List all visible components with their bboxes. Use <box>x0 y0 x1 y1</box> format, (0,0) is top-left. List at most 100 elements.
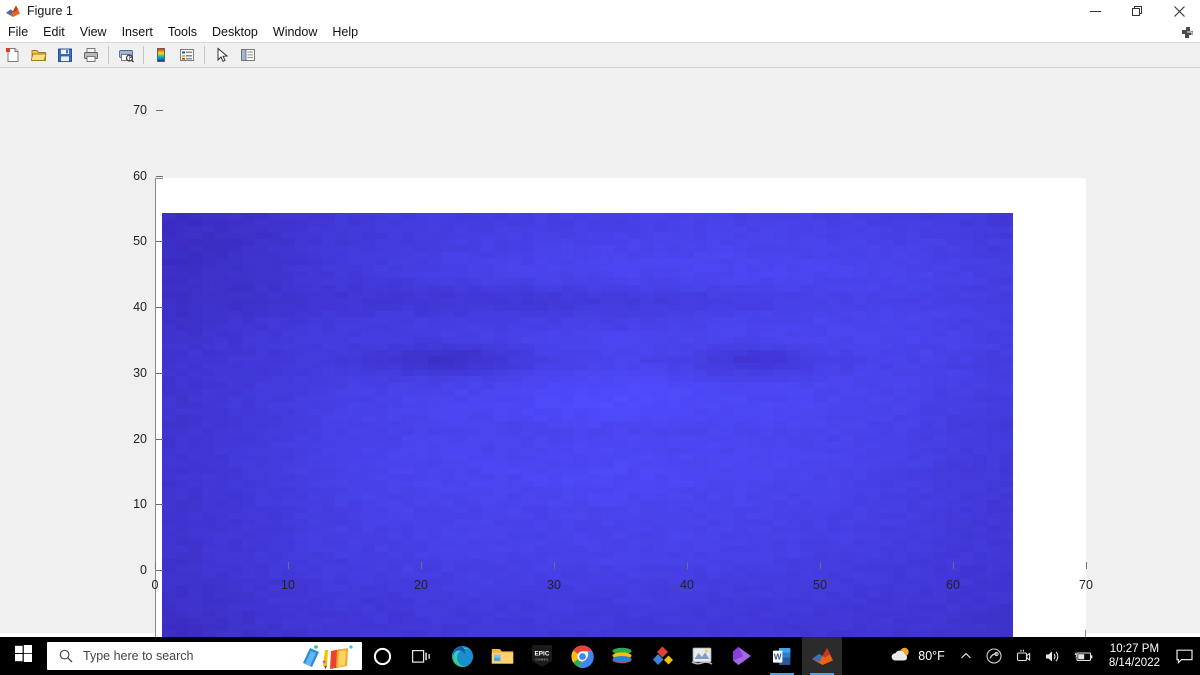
microsoft-word-icon[interactable]: W <box>762 637 802 675</box>
close-button[interactable] <box>1158 0 1200 22</box>
x-tick-mark <box>687 562 688 569</box>
y-tick-label: 0 <box>140 563 147 577</box>
y-tick-mark <box>156 110 163 111</box>
y-tick-mark <box>156 176 163 177</box>
clock-time: 10:27 PM <box>1109 643 1160 655</box>
edit-plot-arrow-icon[interactable] <box>210 43 234 67</box>
adobe-creative-cloud-icon[interactable] <box>979 637 1009 675</box>
menu-tools[interactable]: Tools <box>161 22 204 42</box>
file-explorer-icon[interactable] <box>482 637 522 675</box>
vs-code-icon[interactable] <box>722 637 762 675</box>
menu-help[interactable]: Help <box>325 22 365 42</box>
x-tick-label: 20 <box>414 578 428 592</box>
weather-widget[interactable]: 80°F <box>882 646 953 667</box>
x-tick-mark <box>155 562 156 569</box>
insert-colorbar-icon[interactable] <box>149 43 173 67</box>
svg-text:EPIC: EPIC <box>535 651 550 658</box>
y-tick-mark <box>156 307 163 308</box>
y-tick-label: 40 <box>133 300 147 315</box>
y-tick-mark <box>156 570 163 571</box>
x-tick-label: 30 <box>547 578 561 592</box>
x-tick-label: 0 <box>151 578 159 592</box>
toolbar-separator-3 <box>204 46 205 64</box>
title-bar: Figure 1 <box>0 0 1200 23</box>
minimize-button[interactable] <box>1074 0 1116 22</box>
cortana-circle-icon[interactable] <box>362 637 402 675</box>
clock-date: 8/14/2022 <box>1108 657 1160 669</box>
toolbar-separator-1 <box>108 46 109 64</box>
print-preview-icon[interactable] <box>114 43 138 67</box>
image-plot[interactable] <box>162 213 1013 637</box>
taskbar: Type here to search EPIC GAMES W 80°F 10… <box>0 637 1200 675</box>
battery-charging-icon[interactable] <box>1067 637 1100 675</box>
print-figure-icon[interactable] <box>79 43 103 67</box>
search-icon <box>59 649 73 663</box>
x-tick-mark <box>288 562 289 569</box>
x-tick-label: 10 <box>281 578 295 592</box>
toolbar-separator-2 <box>143 46 144 64</box>
paint-icon[interactable] <box>682 637 722 675</box>
menu-file[interactable]: File <box>1 22 35 42</box>
figure-canvas[interactable]: 0 10 20 30 40 50 60 70 0 10 20 30 40 50 60 70 <box>0 68 1200 638</box>
x-tick-label: 40 <box>680 578 694 592</box>
figure-toolbar <box>0 43 1200 68</box>
y-tick-mark <box>156 439 163 440</box>
svg-text:W: W <box>773 652 781 661</box>
open-file-icon[interactable] <box>27 43 51 67</box>
microsoft-edge-icon[interactable] <box>442 637 482 675</box>
new-figure-icon[interactable] <box>1 43 25 67</box>
x-tick-label: 60 <box>946 578 960 592</box>
x-tick-label: 70 <box>1079 578 1093 592</box>
search-highlight-art <box>300 644 358 670</box>
x-tick-mark <box>953 562 954 569</box>
camera-privacy-icon[interactable] <box>1009 637 1038 675</box>
x-tick-mark <box>820 562 821 569</box>
x-tick-mark <box>421 562 422 569</box>
y-tick-mark <box>156 241 163 242</box>
y-tick-label: 20 <box>133 431 147 446</box>
figure-window: Figure 1 File Edit View Insert Tools Des… <box>0 0 1200 675</box>
y-tick-label: 50 <box>133 234 147 249</box>
y-tick-label: 60 <box>133 168 147 183</box>
x-tick-mark <box>1086 562 1087 569</box>
restore-button[interactable] <box>1116 0 1158 22</box>
windows-logo-icon <box>14 645 32 667</box>
matlab-icon[interactable] <box>802 637 842 675</box>
taskview-icon[interactable] <box>402 637 442 675</box>
y-tick-label: 70 <box>133 103 147 117</box>
bluestacks-icon[interactable] <box>602 637 642 675</box>
notification-icon[interactable] <box>1169 637 1200 675</box>
y-tick-mark <box>156 373 163 374</box>
svg-text:GAMES: GAMES <box>535 658 548 662</box>
window-controls <box>1074 0 1200 22</box>
start-button[interactable] <box>0 637 46 675</box>
google-chrome-icon[interactable] <box>562 637 602 675</box>
volume-icon[interactable] <box>1038 637 1067 675</box>
window-title: Figure 1 <box>27 4 73 18</box>
x-tick-mark <box>554 562 555 569</box>
y-tick-label: 30 <box>133 365 147 380</box>
menu-view[interactable]: View <box>73 22 114 42</box>
axes-top-tick <box>155 178 163 179</box>
partly-cloudy-icon <box>890 646 912 667</box>
search-input[interactable]: Type here to search <box>47 642 362 670</box>
menu-window[interactable]: Window <box>266 22 324 42</box>
menu-edit[interactable]: Edit <box>36 22 72 42</box>
property-inspector-icon[interactable] <box>236 43 260 67</box>
y-tick-mark <box>156 504 163 505</box>
weather-temperature: 80°F <box>918 649 945 663</box>
menu-desktop[interactable]: Desktop <box>205 22 265 42</box>
chevron-up-icon[interactable] <box>953 637 979 675</box>
system-tray: 80°F 10:27 PM 8/14/2022 <box>882 637 1200 675</box>
save-figure-icon[interactable] <box>53 43 77 67</box>
matlab-figure-icon <box>5 4 21 18</box>
sublime-text-icon[interactable] <box>642 637 682 675</box>
clock[interactable]: 10:27 PM 8/14/2022 <box>1100 642 1169 670</box>
epic-games-icon[interactable]: EPIC GAMES <box>522 637 562 675</box>
undock-arrow-icon[interactable] <box>1181 26 1194 39</box>
insert-legend-icon[interactable] <box>175 43 199 67</box>
menu-bar: File Edit View Insert Tools Desktop Wind… <box>0 22 1200 43</box>
menu-insert[interactable]: Insert <box>115 22 160 42</box>
y-tick-label: 10 <box>133 497 147 512</box>
x-tick-label: 50 <box>813 578 827 592</box>
